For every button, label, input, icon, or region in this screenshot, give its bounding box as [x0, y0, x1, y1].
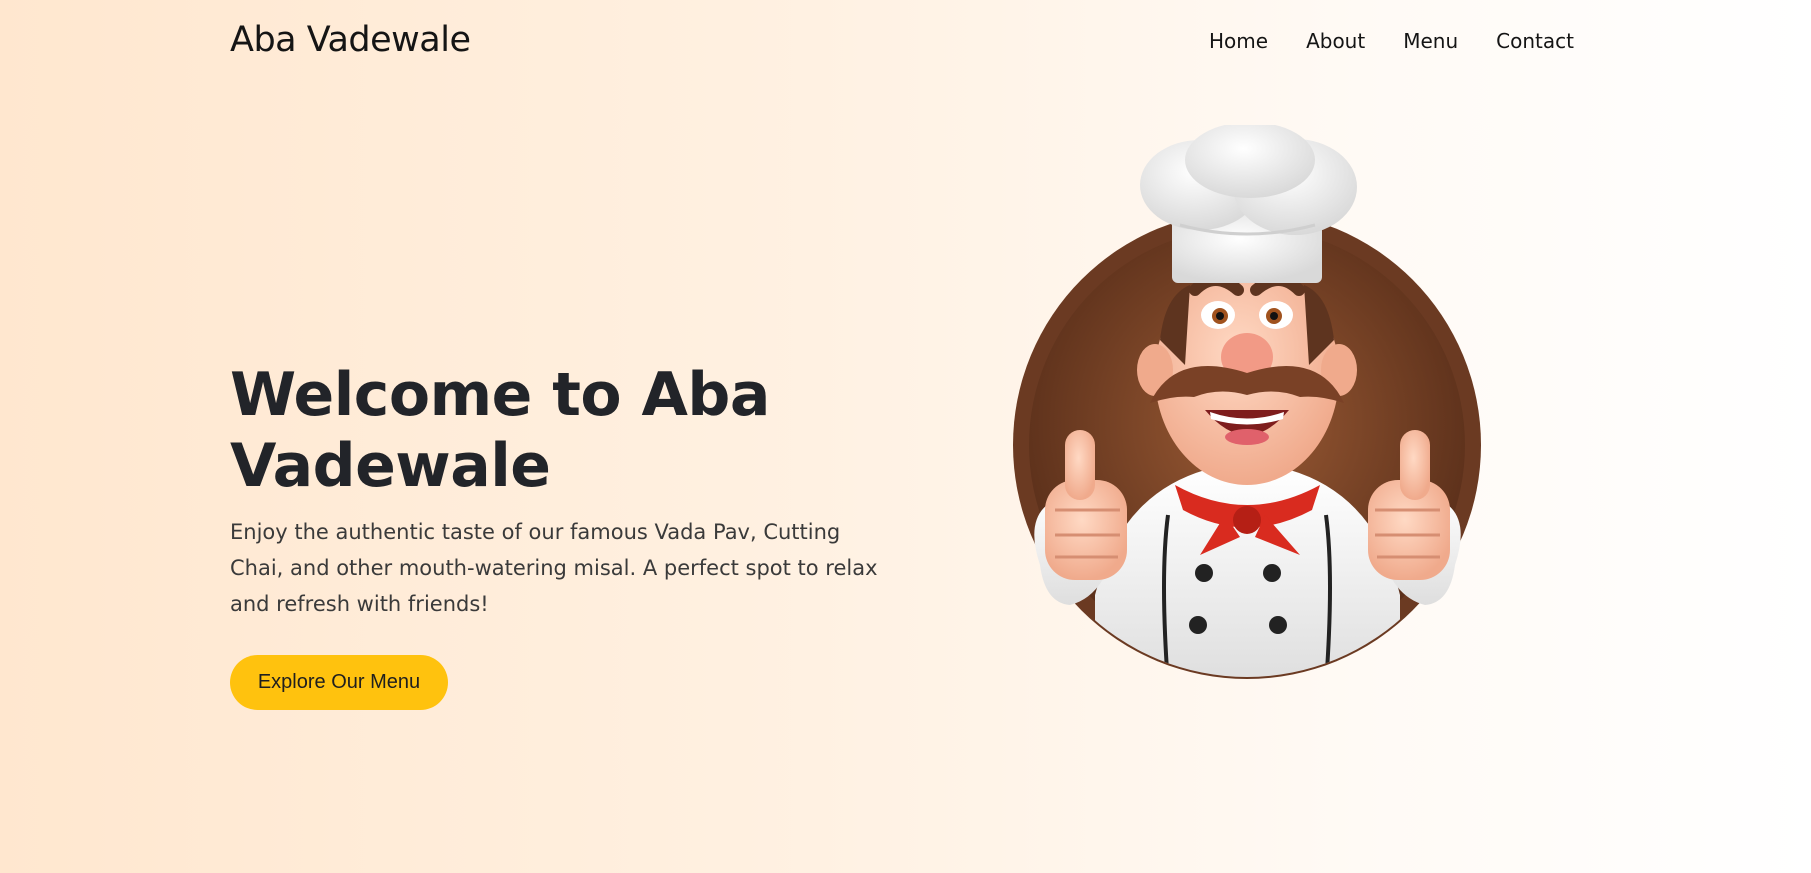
nav-link-about[interactable]: About — [1306, 29, 1365, 53]
navbar: Aba Vadewale Home About Menu Contact — [0, 0, 1811, 86]
nav-link-contact[interactable]: Contact — [1496, 29, 1574, 53]
hero-title: Welcome to Aba Vadewale — [230, 360, 770, 501]
nav-link-home[interactable]: Home — [1209, 29, 1268, 53]
nav-link-menu[interactable]: Menu — [1403, 29, 1458, 53]
hero-text: Welcome to Aba Vadewale Enjoy the authen… — [230, 360, 890, 622]
explore-menu-button[interactable]: Explore Our Menu — [230, 655, 448, 710]
chef-thumbs-up-icon — [1013, 122, 1481, 679]
brand-logo[interactable]: Aba Vadewale — [230, 20, 471, 60]
chef-illustration — [1000, 122, 1500, 685]
nav-links: Home About Menu Contact — [1209, 29, 1574, 53]
hero-description: Enjoy the authentic taste of our famous … — [230, 520, 878, 616]
